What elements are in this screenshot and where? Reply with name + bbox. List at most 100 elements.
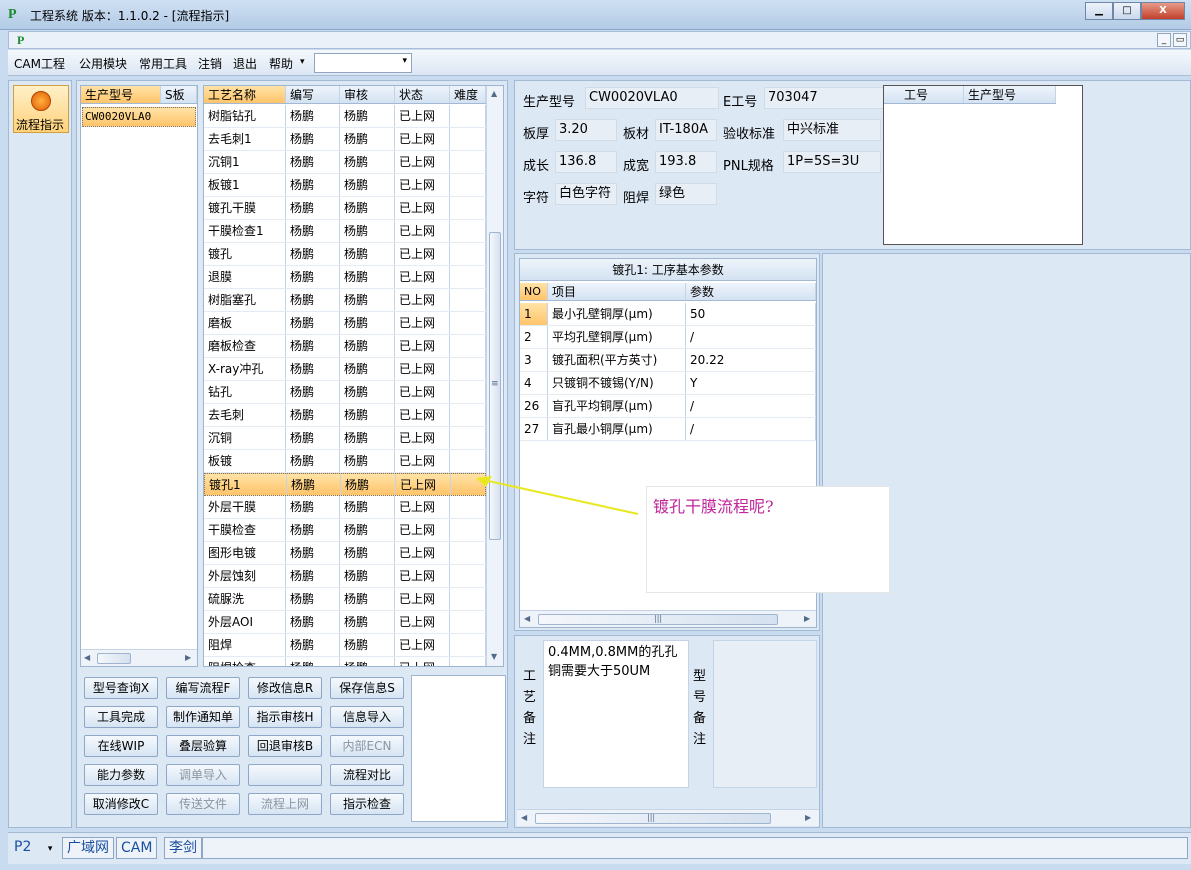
param-grid-hscroll[interactable]: ◀ ||| ▶ — [520, 610, 816, 627]
action-button[interactable]: 制作通知单 — [166, 706, 240, 728]
table-row[interactable]: 树脂钻孔 杨鹏 杨鹏 已上网 — [204, 105, 486, 128]
action-button[interactable]: 取消修改C — [84, 793, 158, 815]
table-row[interactable]: 镀孔 杨鹏 杨鹏 已上网 — [204, 243, 486, 266]
action-button[interactable]: 内部ECN — [330, 735, 404, 757]
nav-flow-guide-button[interactable]: 流程指示 — [13, 85, 69, 133]
process-grid[interactable]: 工艺名称 编写 审核 状态 难度 树脂钻孔 杨鹏 杨鹏 已上网 去毛刺1 杨鹏 杨鹏 已上网沉… — [203, 85, 504, 667]
table-row[interactable]: 板镀1 杨鹏 杨鹏 已上网 — [204, 174, 486, 197]
status-tab-user[interactable]: 李剑 — [164, 837, 202, 859]
model-list-hscroll[interactable]: ◀ ▶ — [81, 649, 197, 666]
action-button[interactable]: 传送文件 — [166, 793, 240, 815]
action-button[interactable]: 叠层验算 — [166, 735, 240, 757]
action-button[interactable]: 修改信息R — [248, 677, 322, 699]
menu-common-modules[interactable]: 公用模块 — [79, 55, 127, 72]
table-row[interactable]: 外层干膜 杨鹏 杨鹏 已上网 — [204, 496, 486, 519]
table-row[interactable]: 镀孔1 杨鹏 杨鹏 已上网 — [204, 473, 486, 496]
action-button[interactable]: 能力参数 — [84, 764, 158, 786]
action-button[interactable] — [248, 764, 322, 786]
action-button[interactable]: 在线WIP — [84, 735, 158, 757]
model-row[interactable]: CW0020VLA0 — [82, 107, 196, 127]
status-tab-cam[interactable]: CAM — [116, 837, 158, 859]
col-process-name[interactable]: 工艺名称 — [204, 86, 286, 103]
action-button[interactable]: 指示检查 — [330, 793, 404, 815]
table-row[interactable]: X-ray冲孔 杨鹏 杨鹏 已上网 — [204, 358, 486, 381]
scroll-left-icon[interactable]: ◀ — [84, 653, 90, 662]
col-s-board[interactable]: S板 — [161, 86, 197, 103]
table-row[interactable]: 沉铜 杨鹏 杨鹏 已上网 — [204, 427, 486, 450]
table-row[interactable]: 树脂塞孔 杨鹏 杨鹏 已上网 — [204, 289, 486, 312]
table-row[interactable]: 阻焊检查杨鹏杨鹏已上网 — [204, 657, 486, 666]
table-row[interactable]: 外层AOI 杨鹏 杨鹏 已上网 — [204, 611, 486, 634]
action-button[interactable]: 工具完成 — [84, 706, 158, 728]
table-row[interactable]: 沉铜1 杨鹏 杨鹏 已上网 — [204, 151, 486, 174]
col-reviewer[interactable]: 审核 — [340, 86, 395, 103]
menu-exit[interactable]: 退出 — [233, 55, 257, 72]
model-list[interactable]: 生产型号 S板 CW0020VLA0 ◀ ▶ — [80, 85, 198, 667]
menu-help[interactable]: 帮助 — [269, 55, 293, 72]
col-model[interactable]: 生产型号 — [81, 86, 161, 103]
table-row[interactable]: 退膜 杨鹏 杨鹏 已上网 — [204, 266, 486, 289]
table-row[interactable]: 图形电镀 杨鹏 杨鹏 已上网 — [204, 542, 486, 565]
help-dropdown-icon[interactable]: ▾ — [300, 57, 305, 67]
table-row[interactable]: 磨板检查 杨鹏 杨鹏 已上网 — [204, 335, 486, 358]
table-row[interactable]: 去毛刺1 杨鹏 杨鹏 已上网 — [204, 128, 486, 151]
table-row[interactable]: 去毛刺 杨鹏 杨鹏 已上网 — [204, 404, 486, 427]
action-button[interactable]: 流程对比 — [330, 764, 404, 786]
action-button[interactable]: 信息导入 — [330, 706, 404, 728]
staff-model-grid[interactable]: 工号 生产型号 — [883, 85, 1083, 245]
close-button[interactable]: X — [1141, 2, 1185, 20]
param-row[interactable]: 27 盲孔最小铜厚(μm) / — [520, 418, 816, 441]
scroll-down-icon[interactable]: ▼ — [491, 652, 497, 661]
menu-tools[interactable]: 常用工具 — [139, 55, 187, 72]
menu-cam[interactable]: CAM工程 — [14, 55, 65, 72]
col-staff-no[interactable]: 工号 — [884, 86, 964, 103]
param-row[interactable]: 3 镀孔面积(平方英寸) 20.22 — [520, 349, 816, 372]
status-tab-p2[interactable]: P2 ▾ — [10, 837, 58, 859]
table-row[interactable]: 干膜检查 杨鹏 杨鹏 已上网 — [204, 519, 486, 542]
table-row[interactable]: 硫脲洗 杨鹏 杨鹏 已上网 — [204, 588, 486, 611]
table-row[interactable]: 镀孔干膜 杨鹏 杨鹏 已上网 — [204, 197, 486, 220]
col-item[interactable]: 项目 — [548, 283, 686, 300]
process-note-text[interactable]: 0.4MM,0.8MM的孔孔铜需要大于50UM — [543, 640, 689, 788]
action-button[interactable]: 调单导入 — [166, 764, 240, 786]
col-no[interactable]: NO — [520, 283, 548, 300]
action-button[interactable]: 回退审核B — [248, 735, 322, 757]
scroll-up-icon[interactable]: ▲ — [491, 89, 497, 98]
table-row[interactable]: 钻孔 杨鹏 杨鹏 已上网 — [204, 381, 486, 404]
action-button[interactable]: 流程上网 — [248, 793, 322, 815]
model-note-text[interactable] — [713, 640, 817, 788]
col-staff-model[interactable]: 生产型号 — [964, 86, 1056, 103]
table-row[interactable]: 磨板 杨鹏 杨鹏 已上网 — [204, 312, 486, 335]
notes-hscroll[interactable]: ◀ ||| ▶ — [517, 809, 819, 826]
table-row[interactable]: 外层蚀刻 杨鹏 杨鹏 已上网 — [204, 565, 486, 588]
param-row[interactable]: 26 盲孔平均铜厚(μm) / — [520, 395, 816, 418]
process-grid-vscroll[interactable]: ▲ ≡ ▼ — [486, 86, 503, 666]
child-minimize-button[interactable]: _ — [1157, 33, 1171, 47]
maximize-button[interactable]: □ — [1113, 2, 1141, 20]
col-author[interactable]: 编写 — [286, 86, 340, 103]
param-row[interactable]: 2 平均孔壁铜厚(μm) / — [520, 326, 816, 349]
action-button[interactable]: 编写流程F — [166, 677, 240, 699]
toolbar-combo[interactable]: ▾ — [314, 53, 412, 73]
scroll-right-icon[interactable]: ▶ — [185, 653, 191, 662]
param-row[interactable]: 1 最小孔壁铜厚(μm) 50 — [520, 303, 816, 326]
param-row[interactable]: 4 只镀铜不镀锡(Y/N) Y — [520, 372, 816, 395]
col-param[interactable]: 参数 — [686, 283, 816, 300]
scroll-right-icon[interactable]: ▶ — [804, 614, 810, 623]
action-button[interactable]: 指示审核H — [248, 706, 322, 728]
action-button[interactable]: 型号查询X — [84, 677, 158, 699]
action-button[interactable]: 保存信息S — [330, 677, 404, 699]
scroll-left-icon[interactable]: ◀ — [524, 614, 530, 623]
hscroll-thumb[interactable] — [97, 653, 131, 664]
table-row[interactable]: 板镀 杨鹏 杨鹏 已上网 — [204, 450, 486, 473]
table-row[interactable]: 阻焊 杨鹏 杨鹏 已上网 — [204, 634, 486, 657]
minimize-button[interactable]: ▁ — [1085, 2, 1113, 20]
col-status[interactable]: 状态 — [395, 86, 450, 103]
child-restore-button[interactable]: ▭ — [1173, 33, 1187, 47]
menu-logout[interactable]: 注销 — [198, 55, 222, 72]
col-difficulty[interactable]: 难度 — [450, 86, 486, 103]
table-row[interactable]: 干膜检查1 杨鹏 杨鹏 已上网 — [204, 220, 486, 243]
status-tab-wan[interactable]: 广域网 — [62, 837, 114, 859]
scroll-left-icon[interactable]: ◀ — [521, 813, 527, 822]
scroll-right-icon[interactable]: ▶ — [805, 813, 811, 822]
